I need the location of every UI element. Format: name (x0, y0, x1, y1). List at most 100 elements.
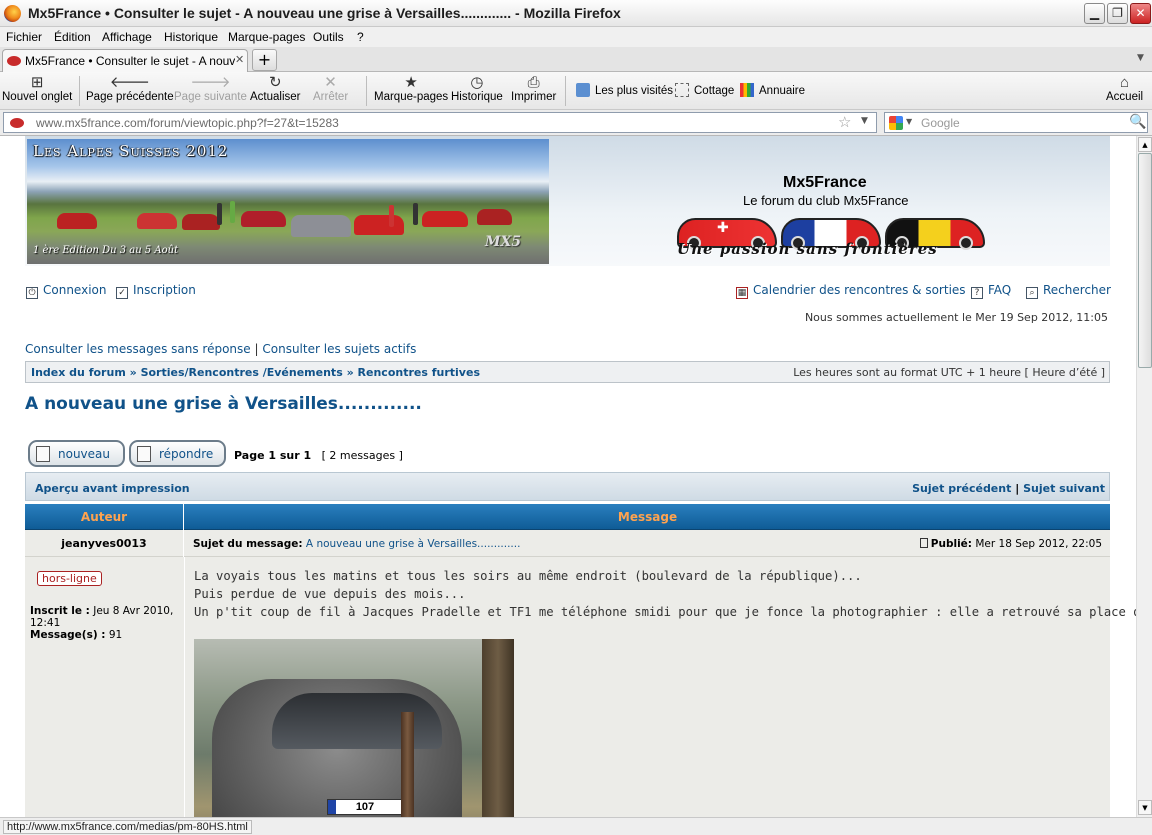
menu-fichier[interactable]: Fichier (6, 30, 42, 44)
search-bar[interactable]: ▼ Google 🔍 (884, 112, 1148, 133)
current-time: Nous sommes actuellement le Mer 19 Sep 2… (804, 311, 1108, 324)
banner-title: Les Alpes Suisses 2012 (33, 142, 229, 160)
post-author[interactable]: jeanyves0013 (25, 530, 184, 557)
quick-links: Consulter les messages sans réponse | Co… (25, 342, 416, 356)
author-profile: hors-ligne Inscrit le : Jeu 8 Avr 2010, … (25, 557, 185, 817)
maximize-button[interactable]: ❐ (1107, 3, 1128, 24)
search-input[interactable]: Google (921, 116, 960, 130)
topic-actions-bar: Aperçu avant impression Sujet précédent … (25, 472, 1110, 501)
scroll-up-icon[interactable]: ▲ (1138, 137, 1152, 152)
bookmark-most-visited[interactable]: Les plus visités (576, 83, 673, 97)
page-number: Page 1 sur 1 (234, 449, 312, 462)
url-bar[interactable]: www.mx5france.com/forum/viewtopic.php?f=… (3, 112, 877, 133)
topic-navigation: Sujet précédent | Sujet suivant (912, 482, 1105, 495)
bookmarks-label: Marque-pages (374, 91, 449, 103)
menu-affichage[interactable]: Affichage (102, 30, 152, 44)
breadcrumb-bar: Index du forum » Sorties/Rencontres /Evé… (25, 361, 1110, 383)
bookmark-cottage-label: Cottage (694, 85, 735, 97)
stop-button[interactable]: ✕ Arrêter (313, 74, 348, 103)
printer-icon: ⎙ (527, 74, 540, 91)
banner-subtitle: 1 ère Edition Du 3 au 5 Août (33, 245, 179, 256)
reload-button[interactable]: ↻ Actualiser (250, 74, 301, 103)
menu-marque-pages[interactable]: Marque-pages (228, 30, 305, 44)
print-view-link[interactable]: Aperçu avant impression (35, 482, 190, 495)
breadcrumb-index[interactable]: Index du forum (31, 366, 126, 379)
previous-topic-link[interactable]: Sujet précédent (912, 482, 1011, 495)
menu-help[interactable]: ? (357, 30, 364, 44)
license-plate: 107 (327, 799, 403, 815)
magnifier-icon[interactable]: 🔍 (1129, 114, 1146, 130)
back-button[interactable]: 🡐 Page précédente (86, 74, 174, 103)
banner-car (241, 211, 286, 227)
breadcrumb-rencontres[interactable]: Rencontres furtives (358, 366, 480, 379)
forum-header: Les Alpes Suisses 2012 1 ère Edition Du … (25, 136, 1110, 266)
breadcrumb-sorties[interactable]: Sorties/Rencontres /Evénements (141, 366, 343, 379)
title-bar: Mx5France • Consulter le sujet - A nouve… (0, 0, 1152, 27)
site-description: Le forum du club Mx5France (743, 193, 909, 208)
post-text-line: Puis perdue de vue depuis des mois... (194, 587, 466, 601)
next-topic-link[interactable]: Sujet suivant (1023, 482, 1105, 495)
reply-button[interactable]: répondre (129, 440, 226, 467)
bookmarks-button[interactable]: ★ Marque-pages (374, 74, 448, 103)
post-date: Publié: Mer 18 Sep 2012, 22:05 (919, 538, 1102, 550)
reply-label: répondre (159, 447, 214, 461)
bookmark-star-icon[interactable]: ☆ (838, 113, 851, 131)
new-topic-button[interactable]: nouveau (28, 440, 125, 467)
calendar-link[interactable]: ▦ Calendrier des rencontres & sorties (736, 283, 966, 299)
post-photo[interactable]: 107 (194, 639, 514, 817)
post-date-value: Mer 18 Sep 2012, 22:05 (975, 538, 1102, 550)
topic-title[interactable]: A nouveau une grise à Versailles........… (25, 394, 422, 414)
faq-link[interactable]: ? FAQ (971, 283, 1011, 299)
posts-count: 91 (108, 629, 123, 641)
home-icon: ⌂ (1120, 74, 1130, 91)
menu-outils[interactable]: Outils (313, 30, 344, 44)
minimize-button[interactable]: ▁ (1084, 3, 1105, 24)
forward-button[interactable]: 🡒 Page suivante (174, 74, 247, 103)
bookmark-annuaire-label: Annuaire (759, 85, 806, 97)
posts-count-label: Message(s) : (30, 629, 106, 641)
breadcrumb: Index du forum » Sorties/Rencontres /Evé… (31, 366, 480, 379)
new-tab-toolbar-button[interactable]: ⊞ Nouvel onglet (2, 74, 72, 103)
url-history-dropdown-icon[interactable]: ▼ (861, 116, 868, 126)
url-text[interactable]: www.mx5france.com/forum/viewtopic.php?f=… (36, 116, 339, 130)
post-date-label: Publié: (930, 538, 972, 550)
annuaire-icon (740, 83, 754, 97)
quick-links-separator: | (254, 342, 259, 356)
tab-active[interactable]: Mx5France • Consulter le sujet - A nouve… (2, 49, 248, 72)
bookmark-annuaire[interactable]: Annuaire (740, 83, 805, 97)
active-topics-link[interactable]: Consulter les sujets actifs (262, 342, 416, 356)
login-link[interactable]: ⏻ Connexion (26, 283, 107, 299)
author-column-header: Auteur (25, 504, 184, 530)
new-tab-icon: ⊞ (30, 74, 44, 91)
banner-car (291, 215, 351, 237)
tab-close-icon[interactable]: ✕ (235, 53, 244, 66)
new-tab-button[interactable]: + (252, 49, 277, 71)
tab-strip: Mx5France • Consulter le sujet - A nouve… (0, 47, 1152, 72)
register-link[interactable]: ✓ Inscription (116, 283, 196, 299)
close-button[interactable]: ✕ (1130, 3, 1151, 24)
navigation-toolbar: ⊞ Nouvel onglet 🡐 Page précédente 🡒 Page… (0, 72, 1152, 110)
pagination-info: Page 1 sur 1 [ 2 messages ] (234, 449, 403, 462)
new-topic-label: nouveau (58, 447, 110, 461)
home-button[interactable]: ⌂ Accueil (1106, 74, 1143, 103)
scrollbar-thumb[interactable] (1138, 153, 1152, 368)
bookmark-cottage[interactable]: Cottage (675, 83, 734, 97)
search-link[interactable]: ⌕ Rechercher (1026, 283, 1111, 299)
print-button[interactable]: ⎙ Imprimer (511, 74, 556, 103)
register-label: Inscription (133, 283, 196, 297)
status-badge[interactable]: hors-ligne (37, 571, 102, 586)
scroll-down-icon[interactable]: ▼ (1138, 800, 1152, 815)
post-subject-link[interactable]: A nouveau une grise à Versailles........… (306, 538, 521, 550)
history-button[interactable]: ◷ Historique (451, 74, 503, 103)
post-icon[interactable] (919, 538, 928, 548)
tab-list-icon[interactable]: ▼ (1137, 53, 1144, 63)
calendar-label: Calendrier des rencontres & sorties (753, 283, 966, 297)
page-icon (675, 83, 689, 97)
unanswered-link[interactable]: Consulter les messages sans réponse (25, 342, 251, 356)
search-engine-dropdown-icon[interactable]: ▼ (906, 117, 912, 126)
vertical-scrollbar[interactable]: ▲ ▼ (1136, 136, 1152, 817)
author-details: Inscrit le : Jeu 8 Avr 2010, 12:41 Messa… (30, 605, 180, 641)
menu-edition[interactable]: Édition (54, 30, 91, 44)
google-icon[interactable] (889, 116, 903, 130)
menu-historique[interactable]: Historique (164, 30, 218, 44)
